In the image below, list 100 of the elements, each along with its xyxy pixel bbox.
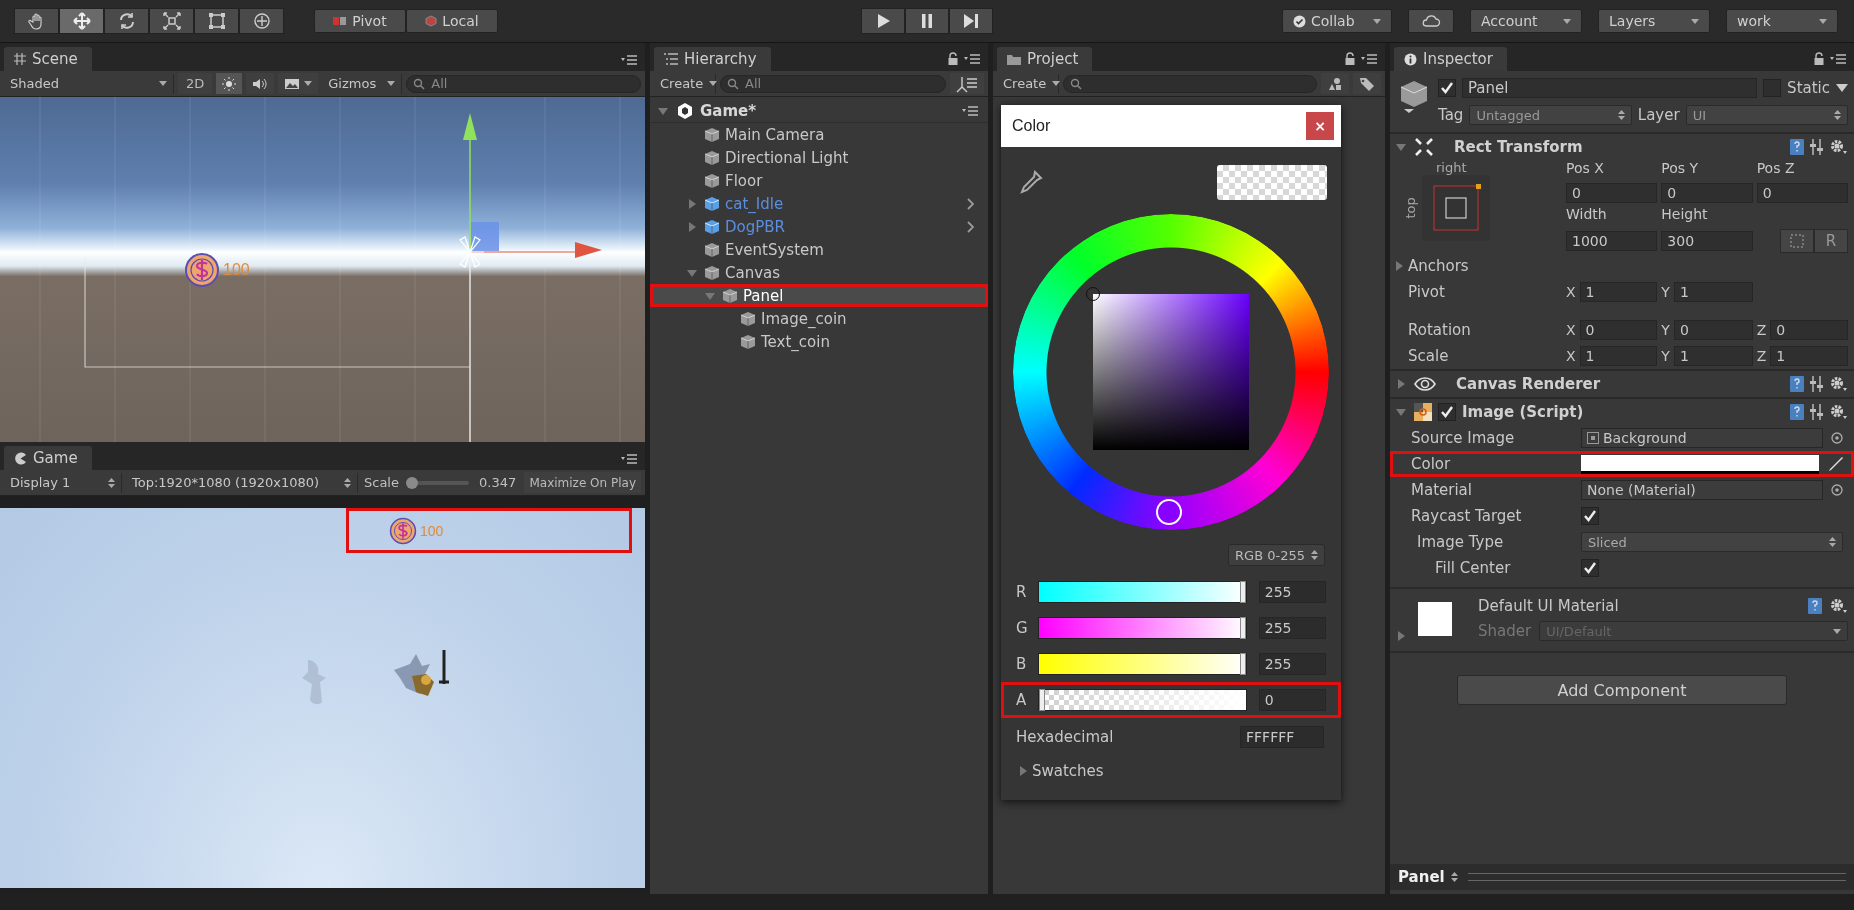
lock-icon[interactable] <box>948 52 958 65</box>
swatches-foldout[interactable]: Swatches <box>1012 762 1108 780</box>
rect-tool-button[interactable] <box>194 8 239 34</box>
image-type-dropdown[interactable]: Sliced <box>1581 532 1843 552</box>
collapsed-arrow-icon[interactable] <box>1396 631 1406 641</box>
hierarchy-item[interactable]: Directional Light <box>650 146 988 169</box>
expanded-arrow-icon[interactable] <box>687 267 697 278</box>
eyedropper-icon[interactable] <box>1017 169 1043 196</box>
gear-icon[interactable] <box>1830 139 1848 155</box>
gizmos-dropdown[interactable]: Gizmos <box>322 73 403 94</box>
scene-tab[interactable]: Scene <box>4 47 92 71</box>
hierarchy-item[interactable]: Floor <box>650 169 988 192</box>
lock-icon[interactable] <box>1345 52 1355 65</box>
move-gizmo[interactable] <box>463 113 602 258</box>
eyedropper-icon[interactable] <box>1827 456 1843 472</box>
shading-dropdown[interactable]: Shaded <box>4 73 174 94</box>
number-field[interactable]: 1 <box>1673 346 1753 366</box>
hierarchy-tab[interactable]: Hierarchy <box>654 47 771 71</box>
close-button[interactable]: × <box>1306 112 1334 140</box>
resolution-dropdown[interactable]: Top:1920*1080 (1920x1080) <box>126 472 358 493</box>
active-checkbox[interactable] <box>1438 79 1456 97</box>
number-field[interactable]: 0 <box>1579 320 1658 340</box>
color-field[interactable] <box>1581 454 1819 474</box>
component-title[interactable]: Rect Transform <box>1454 138 1583 156</box>
preview-dropdown[interactable]: Panel <box>1398 868 1458 886</box>
hierarchy-item[interactable]: Text_coin <box>650 330 988 353</box>
hand-tool-button[interactable] <box>14 8 59 34</box>
resize-handle[interactable] <box>1467 873 1846 881</box>
preset-sliders-icon[interactable] <box>1810 139 1824 155</box>
channel-slider[interactable] <box>1037 653 1247 675</box>
audio-toggle[interactable] <box>246 73 275 94</box>
component-enabled-checkbox[interactable] <box>1438 403 1456 421</box>
scene-visibility-button[interactable] <box>950 73 984 94</box>
add-component-button[interactable]: Add Component <box>1457 675 1787 705</box>
game-tab[interactable]: Game <box>4 446 92 470</box>
object-field[interactable]: Background <box>1581 428 1823 448</box>
panel-menu-icon[interactable] <box>621 55 637 65</box>
channel-slider[interactable] <box>1037 581 1247 603</box>
2d-toggle[interactable]: 2D <box>178 73 213 94</box>
hierarchy-item[interactable]: cat_Idle <box>650 192 988 215</box>
saturation-value-square[interactable] <box>1093 294 1249 450</box>
collapsed-arrow-icon[interactable] <box>1394 261 1404 271</box>
expanded-arrow-icon[interactable] <box>1396 142 1406 152</box>
local-button[interactable]: Local <box>406 9 498 33</box>
hierarchy-item[interactable]: Panel <box>650 284 988 307</box>
move-tool-button[interactable] <box>59 8 104 34</box>
number-field[interactable]: 300 <box>1661 231 1753 251</box>
collapsed-arrow-icon[interactable] <box>1018 766 1028 776</box>
collab-dropdown[interactable]: Collab <box>1282 9 1392 33</box>
cloud-button[interactable] <box>1408 9 1454 33</box>
create-dropdown[interactable]: Create <box>997 73 1059 94</box>
channel-slider[interactable] <box>1037 617 1247 639</box>
account-dropdown[interactable]: Account <box>1470 9 1582 33</box>
number-field[interactable]: 1 <box>1673 282 1753 302</box>
number-field[interactable]: 0 <box>1673 320 1753 340</box>
name-field[interactable]: Panel <box>1462 78 1758 98</box>
number-field[interactable]: 1 <box>1770 346 1848 366</box>
pause-button[interactable] <box>905 8 949 34</box>
chevron-right-icon[interactable] <box>967 220 975 233</box>
component-title[interactable]: Image (Script) <box>1462 403 1584 421</box>
scene-name[interactable]: Game* <box>700 101 757 120</box>
number-field[interactable]: 0 <box>1566 183 1658 203</box>
tag-dropdown[interactable]: Untagged <box>1469 105 1632 125</box>
hierarchy-item[interactable]: EventSystem <box>650 238 988 261</box>
expanded-arrow-icon[interactable] <box>658 105 668 116</box>
gear-icon[interactable] <box>1830 404 1848 420</box>
expanded-arrow-icon[interactable] <box>1396 407 1406 417</box>
panel-menu-icon[interactable] <box>1830 53 1846 64</box>
number-field[interactable]: 1 <box>1579 282 1658 302</box>
filter-by-type-button[interactable] <box>1321 73 1349 94</box>
help-book-icon[interactable] <box>1790 404 1804 420</box>
filter-by-label-button[interactable] <box>1353 73 1381 94</box>
search-field[interactable]: All <box>720 74 946 93</box>
color-mode-dropdown[interactable]: RGB 0-255 <box>1228 544 1325 566</box>
lighting-toggle[interactable] <box>216 73 243 94</box>
channel-value-field[interactable]: 255 <box>1258 581 1326 603</box>
panel-menu-icon[interactable] <box>621 454 637 464</box>
hierarchy-item[interactable]: Canvas <box>650 261 988 284</box>
preset-sliders-icon[interactable] <box>1810 404 1824 420</box>
component-title[interactable]: Canvas Renderer <box>1456 375 1601 393</box>
preset-sliders-icon[interactable] <box>1810 376 1824 392</box>
play-button[interactable] <box>861 8 905 34</box>
inspector-tab[interactable]: Inspector <box>1394 47 1507 71</box>
panel-menu-icon[interactable] <box>964 53 980 64</box>
pivot-button[interactable]: Pivot <box>314 9 406 33</box>
search-field[interactable] <box>1063 74 1317 93</box>
number-field[interactable]: 1000 <box>1566 231 1658 251</box>
hierarchy-item[interactable]: Main Camera <box>650 123 988 146</box>
gear-icon[interactable] <box>1830 598 1848 614</box>
collapsed-arrow-icon[interactable] <box>687 198 697 209</box>
chevron-right-icon[interactable] <box>967 197 975 210</box>
layer-dropdown[interactable]: UI <box>1685 105 1848 125</box>
collapsed-arrow-icon[interactable] <box>1396 379 1406 389</box>
project-tab[interactable]: Project <box>997 47 1093 71</box>
panel-menu-icon[interactable] <box>1361 53 1377 64</box>
step-button[interactable] <box>949 8 993 34</box>
gear-icon[interactable] <box>1830 376 1848 392</box>
number-field[interactable]: 0 <box>1661 183 1753 203</box>
object-picker-icon[interactable] <box>1831 432 1843 444</box>
blueprint-mode-button[interactable] <box>1780 229 1814 253</box>
